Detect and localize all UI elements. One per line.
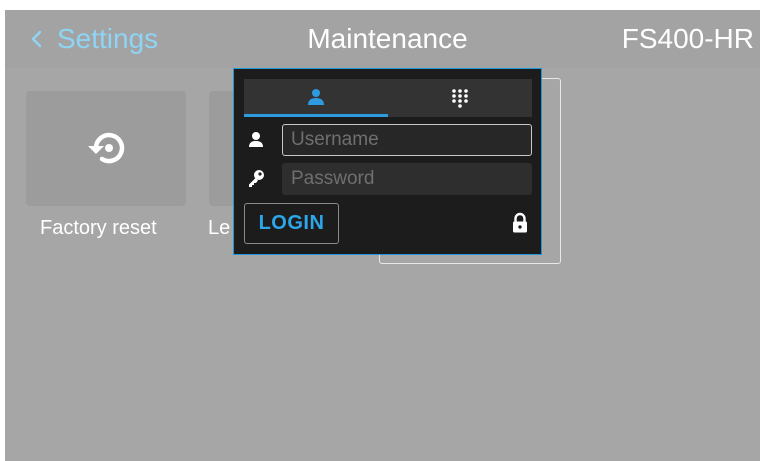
login-method-tabs xyxy=(244,79,532,117)
password-field[interactable] xyxy=(282,163,532,195)
key-icon xyxy=(249,170,264,187)
lock-icon xyxy=(513,212,527,233)
login-button[interactable]: LOGIN xyxy=(244,203,339,244)
back-button[interactable]: Settings xyxy=(27,22,158,56)
username-field[interactable] xyxy=(282,124,532,156)
factory-reset-label: Factory reset xyxy=(40,217,157,239)
top-bar: Settings Maintenance FS400-HR xyxy=(5,10,760,68)
chevron-left-icon xyxy=(31,30,42,48)
tab-pin-login[interactable] xyxy=(388,79,532,117)
login-dialog: LOGIN xyxy=(233,68,542,255)
page-title: Maintenance xyxy=(307,23,468,54)
restore-icon xyxy=(88,132,125,164)
factory-reset-tile[interactable] xyxy=(26,91,186,206)
user-icon xyxy=(308,89,324,105)
device-name: FS400-HR xyxy=(621,23,754,54)
user-icon xyxy=(249,132,263,147)
second-tile-label: Le xyxy=(208,217,231,239)
maintenance-screen: Settings Maintenance FS400-HR Factory re… xyxy=(5,10,760,461)
back-label: Settings xyxy=(57,23,159,54)
active-tab-indicator xyxy=(244,114,388,117)
keypad-icon xyxy=(452,89,468,108)
tab-user-login[interactable] xyxy=(244,79,388,117)
